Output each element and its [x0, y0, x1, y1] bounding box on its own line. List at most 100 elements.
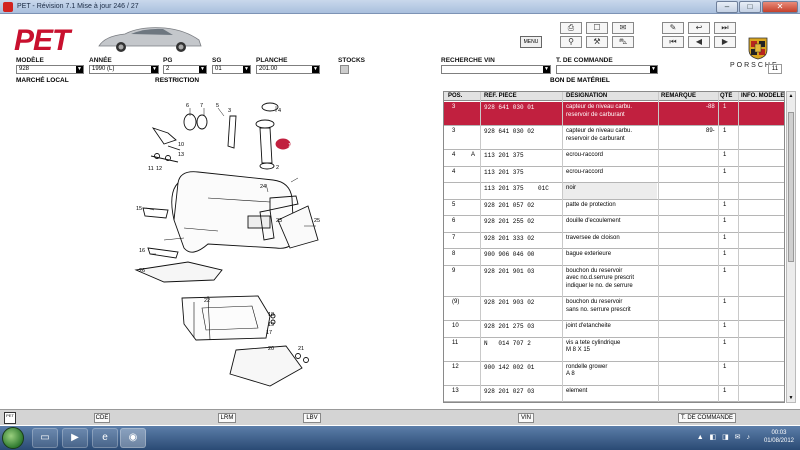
t-de-commande-button[interactable]: T. DE COMMANDE	[678, 413, 736, 423]
cde-button[interactable]: CDE	[94, 413, 110, 423]
cell-qte: 1	[723, 128, 727, 134]
recherche-vin-select[interactable]: ▼	[441, 65, 551, 74]
scroll-thumb[interactable]	[788, 112, 794, 262]
table-row[interactable]: 113 201 375 01C noir	[444, 183, 784, 200]
table-scrollbar[interactable]: ▲ ▼	[786, 91, 796, 403]
table-row[interactable]: 9 928 201 901 03 bouchon du reservoir avec…	[444, 266, 784, 297]
table-row[interactable]: 3 928 641 030 01 capteur de niveau carbu. …	[444, 102, 784, 126]
col-info-modele: INFO. MODÈLE	[741, 93, 785, 99]
table-row[interactable]: 12 900 142 002 01 rondelle grower A 8 1	[444, 362, 784, 386]
chevron-down-icon[interactable]: ▼	[76, 66, 83, 73]
start-button-icon[interactable]	[2, 427, 24, 449]
table-row[interactable]: (9) 928 201 903 02 bouchon du reservoir sa…	[444, 297, 784, 321]
print-icon[interactable]: ⎙	[560, 22, 582, 34]
planche-select[interactable]: 201.00 ▼	[256, 65, 320, 74]
vin-button[interactable]: VIN	[518, 413, 534, 423]
car-icon[interactable]: ⛍	[612, 36, 634, 48]
cell-designation: bouchon du reservoir sans no. serrure pr…	[566, 299, 631, 313]
folder-icon[interactable]: ▭	[32, 428, 58, 448]
search-icon[interactable]: ⚲	[560, 36, 582, 48]
close-button[interactable]: ✕	[762, 1, 798, 13]
mail-icon[interactable]: ✉	[612, 22, 634, 34]
minimize-button[interactable]: –	[716, 1, 738, 13]
back-icon[interactable]: ↩	[688, 22, 710, 34]
cell-pos: 3	[452, 104, 456, 110]
cell-designation: capteur de niveau carbu. reservoir de ca…	[566, 128, 633, 142]
clock[interactable]: 00:03 01/08/2012	[764, 429, 794, 445]
cell-qte: 1	[723, 201, 727, 208]
table-row[interactable]: 4 A 113 201 375 ecrou-raccord 1	[444, 150, 784, 167]
pg-select[interactable]: 2 ▼	[163, 65, 207, 74]
col-designation: DÉSIGNATION	[566, 93, 608, 99]
cell-pos: 9	[452, 267, 456, 274]
lrm-button[interactable]: LRM	[218, 413, 236, 423]
diagram-label: 16	[139, 248, 145, 254]
last-page-icon[interactable]: ⏭	[714, 22, 736, 34]
cell-ref: 928 201 333 02	[484, 234, 535, 242]
pg-value: 2	[166, 66, 170, 72]
media-player-icon[interactable]: ▶	[62, 428, 88, 448]
cell-pos: 6	[452, 218, 456, 224]
cell-qte: 1	[723, 251, 727, 257]
marche-local-label: MARCHÉ LOCAL	[16, 77, 69, 84]
table-row[interactable]: 10 928 201 275 03 joint d'etancheite 1	[444, 321, 784, 338]
diagram-label: 3	[228, 108, 231, 114]
chevron-down-icon[interactable]: ▼	[543, 66, 550, 73]
prev-page-icon[interactable]: ◀	[688, 36, 710, 48]
first-page-icon[interactable]: ⏮	[662, 36, 684, 48]
window-controls: – □ ✕	[716, 1, 798, 13]
diagram-label: 22	[204, 298, 210, 304]
tool-icon[interactable]: ⚒	[586, 36, 608, 48]
cell-designation: element	[566, 387, 588, 394]
chevron-down-icon[interactable]: ▼	[243, 66, 250, 73]
cell-qte: 1	[723, 104, 727, 110]
sg-value: 01	[215, 66, 222, 72]
scroll-down-icon[interactable]: ▼	[787, 394, 795, 402]
menu-button[interactable]: MENU	[520, 36, 542, 48]
chevron-down-icon[interactable]: ▼	[650, 66, 657, 73]
maximize-button[interactable]: □	[739, 1, 761, 13]
t-de-commande-select[interactable]: ▼	[556, 65, 658, 74]
diagram-label: 1	[288, 143, 291, 149]
cell-qte: 1	[723, 267, 727, 274]
system-tray-icons[interactable]: ▲ ◧ ◨ ✉ ♪	[697, 433, 752, 441]
modele-select[interactable]: 928 ▼	[16, 65, 84, 74]
chevron-down-icon[interactable]: ▼	[312, 66, 319, 73]
table-row[interactable]: 13 928 201 027 03 element 1	[444, 386, 784, 402]
diagram-label: 13	[178, 152, 184, 158]
pet-app-taskbar-icon[interactable]: ◉	[120, 428, 146, 448]
sg-select[interactable]: 01 ▼	[212, 65, 251, 74]
cell-pos: 10	[452, 323, 459, 329]
col-remarque: REMARQUE	[661, 93, 697, 99]
chevron-down-icon[interactable]: ▼	[151, 66, 158, 73]
part-count: 11	[768, 64, 782, 74]
stocks-checkbox[interactable]	[340, 65, 349, 74]
edit-icon[interactable]: ✎	[662, 22, 684, 34]
window-title: PET - Révision 7.1 Mise à jour 246 / 27	[17, 3, 139, 10]
table-row[interactable]: 5 928 201 057 02 patte de protection 1	[444, 200, 784, 216]
annee-select[interactable]: 1990 (L) ▼	[89, 65, 159, 74]
cell-ref: 900 142 002 01	[484, 363, 535, 371]
parts-diagram[interactable]: 6 7 5 3 4 10 11 12 13 1 2 24 15 23 25 16…	[8, 88, 438, 403]
scroll-up-icon[interactable]: ▲	[787, 92, 795, 100]
restriction-label: RESTRICTION	[155, 77, 200, 84]
table-row[interactable]: 7 928 201 333 02 traversee de cloison 1	[444, 233, 784, 249]
pet-small-logo: PET	[4, 412, 16, 424]
clipboard-icon[interactable]: ☐	[586, 22, 608, 34]
table-row[interactable]: 4 113 201 375 ecrou-raccord 1	[444, 167, 784, 183]
table-row[interactable]: 11 N 014 707 2 vis a tete cylindrique M 8 …	[444, 338, 784, 362]
diagram-label: 4	[278, 108, 281, 114]
chevron-down-icon[interactable]: ▼	[199, 66, 206, 73]
table-row[interactable]: 6 928 201 255 02 douille d'ecoulement 1	[444, 216, 784, 233]
cell-pos: 8	[452, 251, 456, 257]
next-page-icon[interactable]: ▶	[714, 36, 736, 48]
browser-icon[interactable]: e	[92, 428, 118, 448]
diagram-label: 26	[139, 268, 145, 274]
table-row[interactable]: 3 928 641 030 02 capteur de niveau carbu. …	[444, 126, 784, 150]
lbv-button[interactable]: LBV	[303, 413, 321, 423]
table-row[interactable]: 8 900 906 046 00 bague exterieure 1	[444, 249, 784, 266]
cell-designation: capteur de niveau carbu. reservoir de ca…	[566, 104, 633, 118]
car-image	[98, 27, 202, 52]
t-de-commande-label: T. DE COMMANDE	[556, 57, 613, 64]
annee-label: ANNÉE	[89, 57, 112, 64]
